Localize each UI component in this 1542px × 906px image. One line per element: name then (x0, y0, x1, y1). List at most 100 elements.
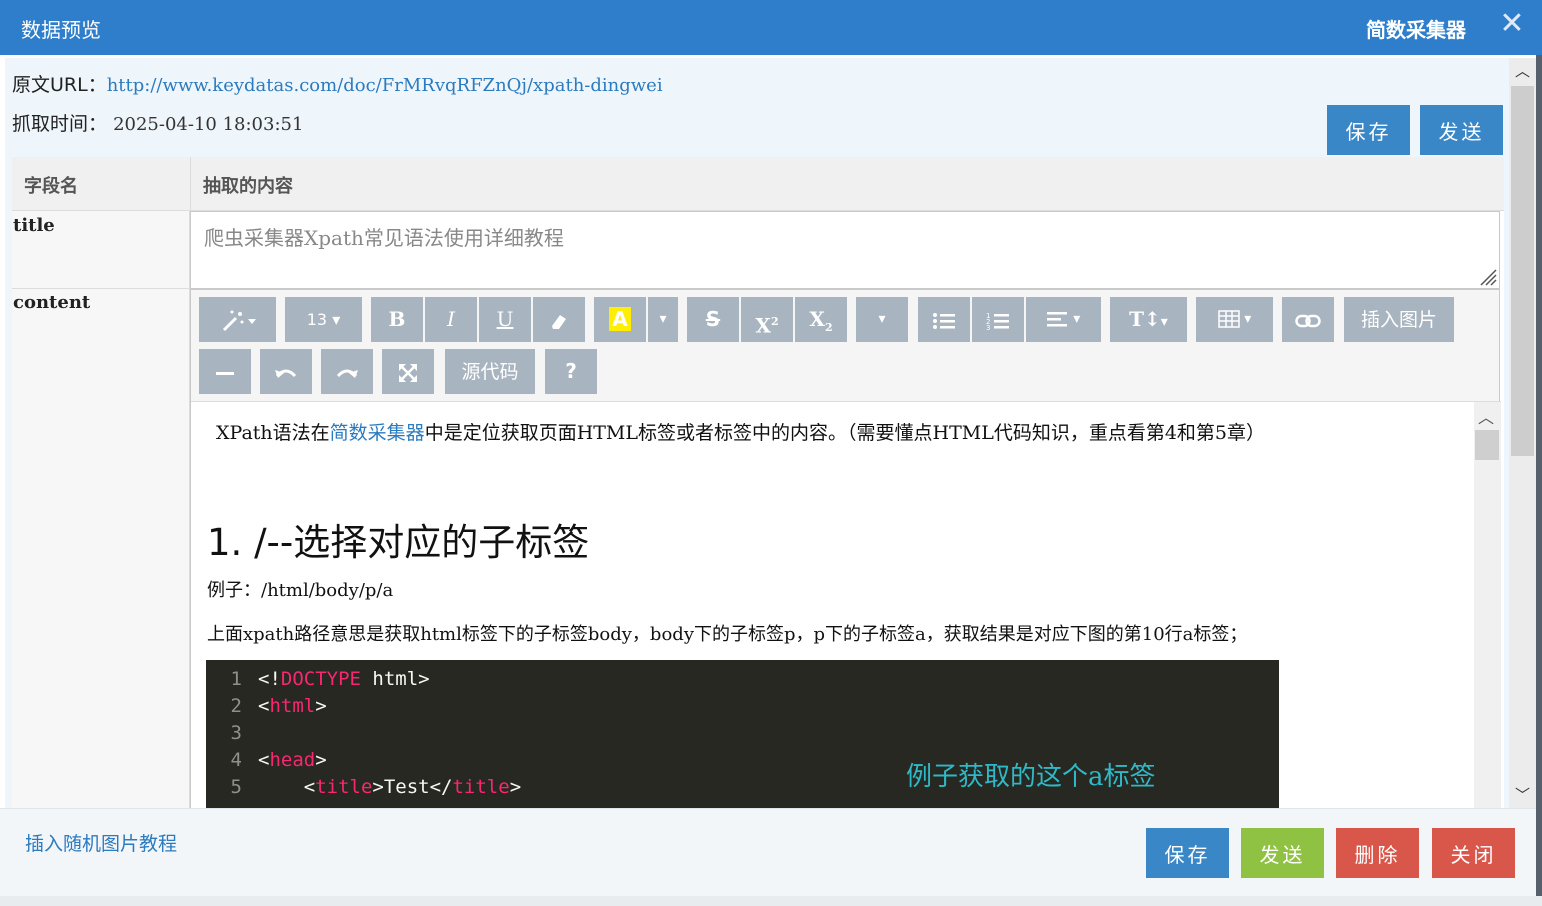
code-text: < (258, 749, 270, 771)
help-button[interactable]: ? (545, 349, 597, 394)
top-send-button[interactable]: 发送 (1420, 105, 1503, 155)
editor-toolbar: 13 ▾ B I U A ▾ S X2 X2 ▾ 1 2 3 ▾ T↕▾ ▾ 插… (191, 290, 1501, 402)
insert-link-button[interactable] (1282, 297, 1334, 342)
intro-text-start: XPath语法在 (216, 422, 330, 444)
dialog-scrollbar[interactable]: ︿ ﹀ (1509, 58, 1536, 808)
superscript-label: X (755, 313, 771, 338)
line-number: 5 (230, 776, 242, 798)
intro-paragraph: XPath语法在简数采集器中是定位获取页面HTML标签或者标签中的内容。（需要懂… (216, 418, 1265, 445)
column-header-content: 抽取的内容 (203, 176, 293, 197)
code-text: > (315, 749, 327, 771)
redo-icon (336, 369, 358, 378)
bullet-list-icon (933, 312, 955, 329)
code-text: < (258, 695, 270, 717)
underline-button[interactable]: U (479, 297, 531, 342)
editor-content-area[interactable]: XPath语法在简数采集器中是定位获取页面HTML标签或者标签中的内容。（需要懂… (191, 402, 1474, 808)
link-icon (1295, 314, 1321, 327)
code-keyword: title (315, 776, 373, 798)
close-icon[interactable]: ✕ (1496, 6, 1528, 42)
top-save-button[interactable]: 保存 (1327, 105, 1410, 155)
highlight-icon: A (609, 307, 631, 331)
section-heading: 1. /--选择对应的子标签 (207, 521, 590, 564)
eraser-button[interactable] (533, 297, 585, 342)
intro-text-end: 中是定位获取页面HTML标签或者标签中的内容。（需要懂点HTML代码知识，重点看… (424, 422, 1265, 444)
random-image-tutorial-link[interactable]: 插入随机图片教程 (25, 829, 177, 856)
explanation-paragraph: 上面xpath路径意思是获取html标签下的子标签body，body下的子标签p… (207, 624, 1248, 645)
scroll-up-icon[interactable]: ︿ (1478, 404, 1494, 428)
code-text: <! (258, 668, 281, 690)
brand-name: 简数采集器 (1366, 20, 1466, 42)
code-text: html> (360, 668, 430, 690)
horizontal-rule-icon (216, 371, 234, 375)
save-button[interactable]: 保存 (1146, 828, 1229, 878)
italic-button[interactable]: I (425, 297, 477, 342)
code-line: 2 <html> (206, 695, 327, 717)
send-button[interactable]: 发送 (1241, 828, 1324, 878)
resize-grip-icon[interactable] (1477, 266, 1497, 286)
code-keyword: title (452, 776, 510, 798)
code-line: 4 <head> (206, 749, 327, 771)
line-number: 2 (230, 695, 242, 717)
undo-icon (275, 369, 297, 378)
dialog-scroll-thumb[interactable] (1511, 86, 1534, 456)
jianshu-collector-link[interactable]: 简数采集器 (330, 422, 425, 444)
scroll-down-icon[interactable]: ﹀ (1515, 784, 1530, 805)
background-page-bottom (0, 896, 1542, 906)
content-rich-editor: 13 ▾ B I U A ▾ S X2 X2 ▾ 1 2 3 ▾ T↕▾ ▾ 插… (190, 289, 1501, 808)
scroll-up-icon[interactable]: ︿ (1515, 60, 1530, 81)
code-text: < (258, 776, 316, 798)
row-divider (12, 288, 190, 289)
delete-button[interactable]: 删除 (1336, 828, 1419, 878)
undo-button[interactable] (260, 349, 312, 394)
fullscreen-button[interactable] (382, 349, 434, 394)
magic-format-button[interactable] (199, 297, 276, 342)
code-line: 3 (206, 722, 258, 744)
numbered-list-icon: 123 (986, 312, 1009, 332)
source-url-label: 原文URL： (12, 74, 107, 96)
fetch-time-value: 2025-04-10 18:03:51 (113, 114, 304, 135)
code-keyword: html (269, 695, 316, 717)
code-text: > (509, 776, 522, 798)
field-label-title: title (13, 215, 55, 236)
eraser-icon (552, 314, 566, 329)
magic-wand-icon (222, 310, 256, 331)
text-size-dropdown[interactable]: T↕▾ (1110, 297, 1187, 342)
numbered-list-button[interactable]: 123 (972, 297, 1024, 342)
highlight-color-dropdown[interactable]: ▾ (648, 297, 678, 342)
insert-image-button[interactable]: 插入图片 (1344, 297, 1454, 342)
bullet-list-button[interactable] (918, 297, 970, 342)
redo-button[interactable] (321, 349, 373, 394)
source-code-button[interactable]: 源代码 (445, 349, 535, 394)
line-number: 3 (230, 722, 242, 744)
editor-scrollbar[interactable]: ︿ (1474, 402, 1501, 808)
more-format-dropdown[interactable]: ▾ (856, 297, 908, 342)
code-text: >Test</ (372, 776, 453, 798)
code-line: 5 <title>Test</title> (206, 776, 522, 798)
font-size-dropdown[interactable]: 13 ▾ (285, 297, 362, 342)
strikethrough-button[interactable]: S (687, 297, 739, 342)
source-url-link[interactable]: http://www.keydatas.com/doc/FrMRvqRFZnQj… (107, 75, 663, 96)
title-value-textarea[interactable]: 爬虫采集器Xpath常见语法使用详细教程 (190, 211, 1500, 289)
code-text: > (315, 695, 327, 717)
highlight-color-button[interactable]: A (594, 297, 646, 342)
field-label-content: content (13, 292, 91, 313)
editor-scroll-thumb[interactable] (1475, 430, 1499, 460)
fetch-time-row: 抓取时间： 2025-04-10 18:03:51 (12, 109, 303, 136)
align-dropdown[interactable]: ▾ (1026, 297, 1101, 342)
table-icon (1218, 310, 1240, 328)
superscript-button[interactable]: X2 (741, 297, 793, 342)
horizontal-rule-button[interactable] (199, 349, 251, 394)
dialog-titlebar: 数据预览 简数采集器 ✕ (0, 0, 1542, 55)
source-url-row: 原文URL：http://www.keydatas.com/doc/FrMRvq… (12, 70, 663, 97)
close-button[interactable]: 关闭 (1432, 828, 1515, 878)
svg-text:3: 3 (986, 324, 990, 331)
align-icon (1046, 312, 1067, 327)
insert-image-label: 插入图片 (1360, 309, 1437, 331)
background-page-edge-right (1536, 55, 1542, 906)
bold-button[interactable]: B (371, 297, 423, 342)
code-screenshot: 1 <!DOCTYPE html> 2 <html> 3 4 <head> 5 <ti… (206, 660, 1279, 808)
subscript-button[interactable]: X2 (795, 297, 847, 342)
table-dropdown[interactable]: ▾ (1196, 297, 1273, 342)
title-value-text: 爬虫采集器Xpath常见语法使用详细教程 (204, 226, 564, 250)
code-keyword: head (269, 749, 316, 771)
